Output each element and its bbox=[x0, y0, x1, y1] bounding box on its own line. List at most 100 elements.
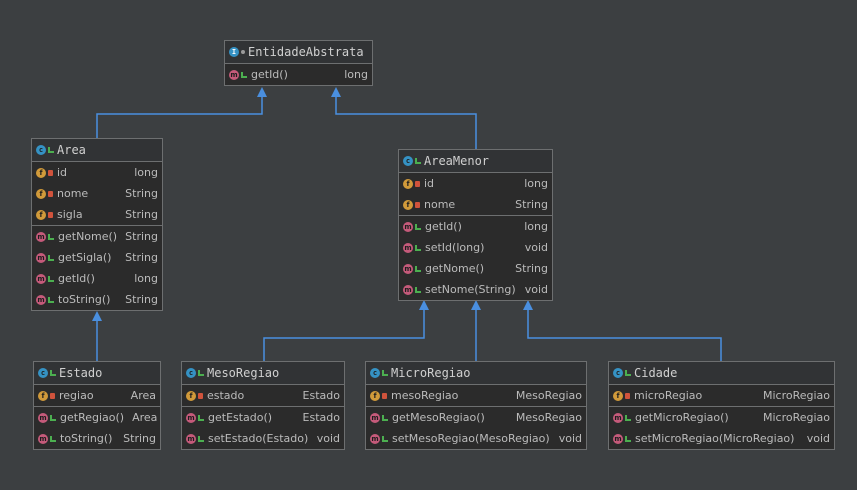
field-type: String bbox=[125, 208, 158, 221]
method-row[interactable]: m toString() String bbox=[32, 289, 162, 310]
visibility-icon bbox=[241, 50, 245, 54]
field-row[interactable]: f microRegiao MicroRegiao bbox=[609, 385, 834, 406]
arrowhead-meso-areamenor bbox=[419, 300, 429, 310]
method-type: void bbox=[524, 241, 548, 254]
method-m-icon: m bbox=[613, 433, 623, 444]
methods-section: m getMicroRegiao() MicroRegiao m setMicroRe… bbox=[609, 407, 834, 449]
class-micro-regiao[interactable]: c MicroRegiao f mesoRegiao MesoRegiao m get… bbox=[365, 361, 587, 450]
public-icon bbox=[50, 414, 56, 421]
methods-section: m getEstado() Estado m setEstado(Estado) voi… bbox=[182, 407, 344, 449]
method-type: long bbox=[134, 272, 158, 285]
method-name: getId() bbox=[425, 220, 462, 233]
private-lock-icon bbox=[198, 392, 203, 399]
method-row[interactable]: m setId(long) void bbox=[399, 237, 552, 258]
fields-section: f regiao Area bbox=[34, 385, 160, 407]
private-lock-icon bbox=[415, 201, 420, 208]
method-name: getId() bbox=[58, 272, 95, 285]
methods-section: m getRegiao() Area m toString() String bbox=[34, 407, 160, 449]
class-area-menor[interactable]: c AreaMenor f id long f nome String m getId()… bbox=[398, 149, 553, 301]
field-name: microRegiao bbox=[634, 389, 703, 402]
arrowhead-cidade-areamenor bbox=[523, 300, 533, 310]
public-icon bbox=[198, 414, 204, 421]
method-m-icon: m bbox=[370, 433, 380, 444]
class-c-icon: c bbox=[370, 368, 380, 378]
field-row[interactable]: f nome String bbox=[399, 194, 552, 215]
class-estado[interactable]: c Estado f regiao Area m getRegiao() Area m t… bbox=[33, 361, 161, 450]
method-name: toString() bbox=[60, 432, 113, 445]
method-name: setId(long) bbox=[425, 241, 485, 254]
class-area[interactable]: c Area f id long f nome String f sigla String … bbox=[31, 138, 163, 311]
field-row[interactable]: f regiao Area bbox=[34, 385, 160, 406]
class-name: AreaMenor bbox=[424, 154, 490, 168]
field-f-icon: f bbox=[36, 188, 46, 199]
class-header: c MicroRegiao bbox=[366, 362, 586, 385]
field-row[interactable]: f id long bbox=[399, 173, 552, 194]
public-icon bbox=[50, 435, 56, 442]
public-icon bbox=[625, 435, 631, 442]
methods-section: m getId() long m setId(long) void m getNome()… bbox=[399, 216, 552, 300]
method-m-icon: m bbox=[38, 433, 48, 444]
method-row[interactable]: m toString() String bbox=[34, 428, 160, 449]
private-lock-icon bbox=[50, 392, 55, 399]
method-name: setNome(String) bbox=[425, 283, 516, 296]
method-name: setMesoRegiao(MesoRegiao) bbox=[392, 432, 550, 445]
method-row[interactable]: m setNome(String) void bbox=[399, 279, 552, 300]
field-row[interactable]: f nome String bbox=[32, 183, 162, 204]
class-c-icon: c bbox=[403, 156, 413, 166]
method-row[interactable]: m getNome() String bbox=[399, 258, 552, 279]
method-m-icon: m bbox=[403, 284, 413, 295]
method-row[interactable]: m setMesoRegiao(MesoRegiao) void bbox=[366, 428, 586, 449]
method-row[interactable]: m getId() long bbox=[399, 216, 552, 237]
field-row[interactable]: f id long bbox=[32, 162, 162, 183]
class-meso-regiao[interactable]: c MesoRegiao f estado Estado m getEstado() E… bbox=[181, 361, 345, 450]
method-type: Area bbox=[132, 411, 158, 424]
method-row[interactable]: m getEstado() Estado bbox=[182, 407, 344, 428]
field-f-icon: f bbox=[186, 390, 196, 401]
class-header: c AreaMenor bbox=[399, 150, 552, 173]
method-name: getId() bbox=[251, 68, 288, 81]
method-name: setMicroRegiao(MicroRegiao) bbox=[635, 432, 795, 445]
class-cidade[interactable]: c Cidade f microRegiao MicroRegiao m getMic… bbox=[608, 361, 835, 450]
class-c-icon: c bbox=[186, 368, 196, 378]
edge-cidade-to-areamenor bbox=[527, 309, 722, 361]
method-row[interactable]: m getRegiao() Area bbox=[34, 407, 160, 428]
methods-section: m getMesoRegiao() MesoRegiao m setMesoRegia… bbox=[366, 407, 586, 449]
method-row[interactable]: m setEstado(Estado) void bbox=[182, 428, 344, 449]
method-row[interactable]: m getId() long bbox=[225, 64, 372, 85]
method-row[interactable]: m getNome() String bbox=[32, 226, 162, 247]
method-m-icon: m bbox=[186, 412, 196, 423]
public-icon bbox=[48, 254, 54, 261]
arrowhead-areamenor-entidade bbox=[331, 87, 341, 97]
class-c-icon: c bbox=[36, 145, 46, 155]
method-name: toString() bbox=[58, 293, 111, 306]
method-type: String bbox=[125, 230, 158, 243]
field-type: long bbox=[134, 166, 158, 179]
method-row[interactable]: m getId() long bbox=[32, 268, 162, 289]
field-f-icon: f bbox=[36, 209, 46, 220]
class-header: c MesoRegiao bbox=[182, 362, 344, 385]
method-row[interactable]: m getMicroRegiao() MicroRegiao bbox=[609, 407, 834, 428]
field-f-icon: f bbox=[403, 199, 413, 210]
method-type: String bbox=[125, 293, 158, 306]
arrowhead-estado-area bbox=[92, 311, 102, 321]
field-row[interactable]: f estado Estado bbox=[182, 385, 344, 406]
method-m-icon: m bbox=[403, 221, 413, 232]
fields-section: f microRegiao MicroRegiao bbox=[609, 385, 834, 407]
method-row[interactable]: m setMicroRegiao(MicroRegiao) void bbox=[609, 428, 834, 449]
field-f-icon: f bbox=[403, 178, 413, 189]
class-name: Estado bbox=[59, 366, 103, 380]
method-type: long bbox=[344, 68, 368, 81]
method-row[interactable]: m getSigla() String bbox=[32, 247, 162, 268]
field-name: id bbox=[424, 177, 435, 190]
method-m-icon: m bbox=[229, 69, 239, 80]
field-row[interactable]: f sigla String bbox=[32, 204, 162, 225]
private-lock-icon bbox=[48, 190, 53, 197]
class-entidade-abstrata[interactable]: I EntidadeAbstrata m getId() long bbox=[224, 40, 373, 86]
field-row[interactable]: f mesoRegiao MesoRegiao bbox=[366, 385, 586, 406]
method-name: getSigla() bbox=[58, 251, 112, 264]
class-name: MicroRegiao bbox=[391, 366, 471, 380]
method-m-icon: m bbox=[403, 242, 413, 253]
field-type: Area bbox=[130, 389, 156, 402]
method-row[interactable]: m getMesoRegiao() MesoRegiao bbox=[366, 407, 586, 428]
field-name: mesoRegiao bbox=[391, 389, 459, 402]
